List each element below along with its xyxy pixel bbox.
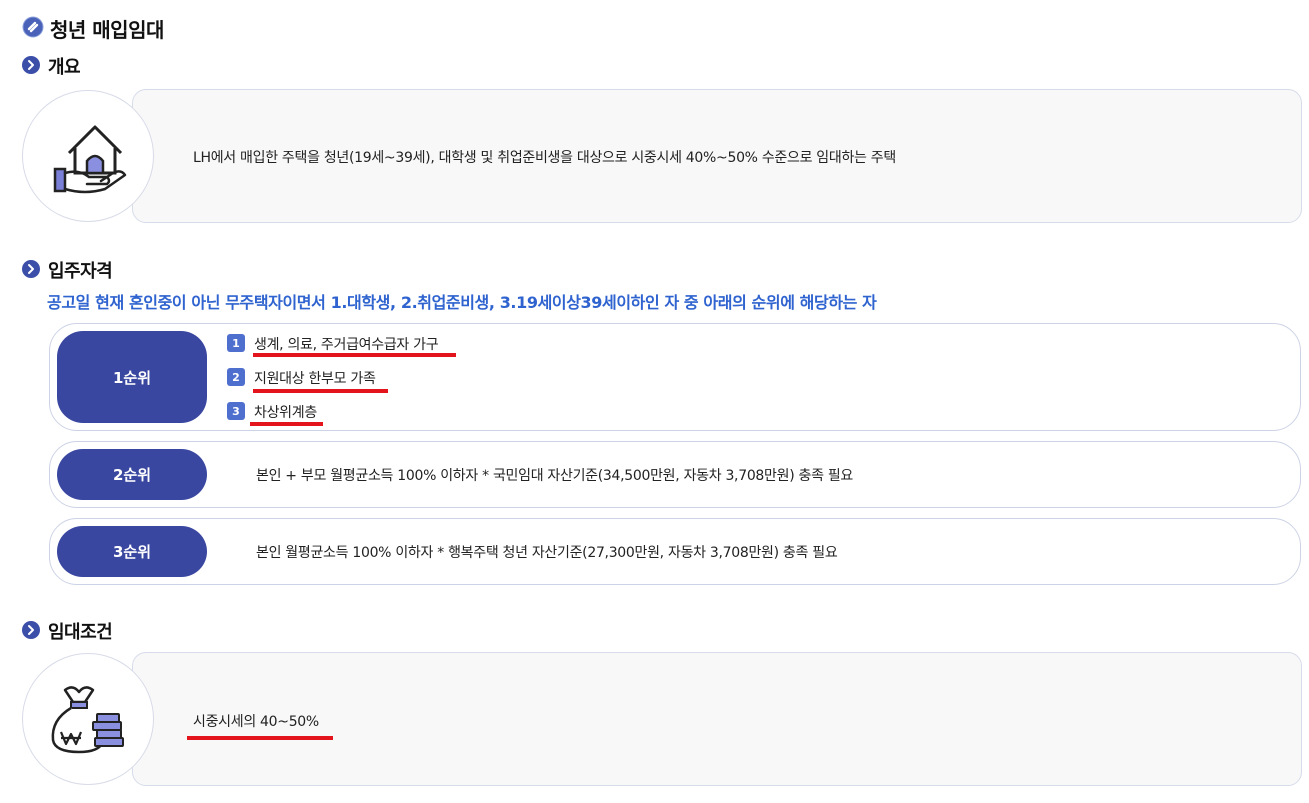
qualification-note: 공고일 현재 혼인중이 아닌 무주택자이면서 1.대학생, 2.취업준비생, 3… (47, 293, 877, 312)
rank-1-item-2: 지원대상 한부모 가족 (254, 371, 376, 387)
house-in-hand-icon (53, 125, 127, 194)
red-underline (253, 389, 388, 393)
chevron-right-icon (22, 621, 40, 639)
overview-icon-circle (22, 90, 154, 222)
rank-3-label: 3순위 (57, 526, 207, 577)
chevron-right-icon (22, 260, 40, 278)
section-heading-lease: 임대조건 (48, 622, 113, 643)
item-number-badge: 1 (227, 334, 245, 352)
section-heading-qualification: 입주자격 (48, 261, 113, 282)
item-number-badge: 2 (227, 368, 245, 386)
red-underline (187, 736, 333, 740)
section-heading-overview: 개요 (48, 57, 81, 78)
chevron-right-icon (22, 56, 40, 74)
item-number-badge: 3 (227, 402, 245, 420)
lease-icon-circle (22, 653, 154, 785)
rank-1-item-1: 생계, 의료, 주거급여수급자 가구 (254, 337, 439, 353)
rank-1-item-3: 차상위계층 (254, 405, 317, 421)
rank-2-label: 2순위 (57, 449, 207, 500)
rank-1-label: 1순위 (57, 331, 207, 423)
red-underline (250, 422, 323, 426)
money-bag-coins-icon (51, 686, 124, 754)
overview-text: LH에서 매입한 주택을 청년(19세~39세), 대학생 및 취업준비생을 대… (193, 150, 896, 166)
lease-text: 시중시세의 40~50% (193, 714, 319, 730)
rank-2-text: 본인 + 부모 월평균소득 100% 이하자 * 국민임대 자산기준(34,50… (256, 468, 853, 484)
red-underline (253, 353, 456, 357)
page-title: 청년 매입임대 (50, 18, 164, 42)
rank-3-text: 본인 월평균소득 100% 이하자 * 행복주택 청년 자산기준(27,300만… (256, 545, 838, 561)
link-icon (22, 16, 44, 38)
